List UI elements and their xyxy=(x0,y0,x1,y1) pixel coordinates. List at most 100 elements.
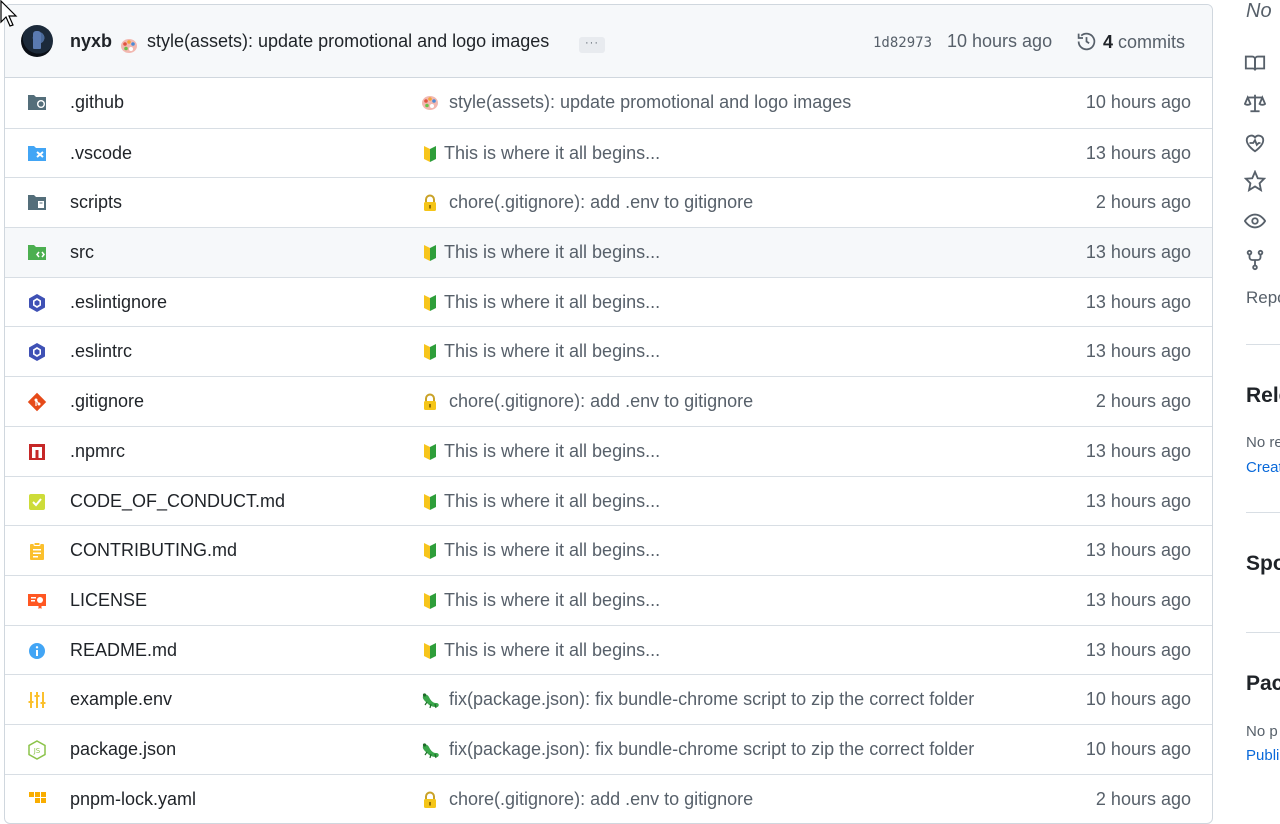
sidebar-divider xyxy=(1246,344,1280,345)
beginner-icon xyxy=(421,244,439,262)
file-commit-message-link[interactable]: This is where it all begins... xyxy=(444,143,660,164)
history-icon xyxy=(1076,31,1097,52)
author-avatar[interactable] xyxy=(21,25,53,57)
file-row[interactable]: .eslintrc This is where it all begins... 1… xyxy=(5,326,1212,376)
file-row[interactable]: .vscode This is where it all begins... 13 … xyxy=(5,127,1212,178)
file-row[interactable]: .eslintignore This is where it all begins… xyxy=(5,276,1212,327)
commit-author[interactable]: nyxb xyxy=(70,31,112,52)
sidebar-divider xyxy=(1246,632,1280,633)
commit-time: 10 hours ago xyxy=(947,31,1053,51)
folder-vscode-icon xyxy=(27,144,47,162)
file-commit-time: 13 hours ago xyxy=(1085,291,1191,312)
beginner-icon xyxy=(421,642,439,660)
file-commit-time: 2 hours ago xyxy=(1095,391,1191,412)
beginner-icon xyxy=(421,145,439,163)
eye-icon[interactable] xyxy=(1243,210,1267,232)
sidebar-divider xyxy=(1246,512,1280,513)
file-row[interactable]: pnpm-lock.yaml chore(.gitignore): add .en… xyxy=(5,773,1212,823)
beginner-icon xyxy=(421,592,439,610)
info-icon xyxy=(27,641,47,659)
book-icon[interactable] xyxy=(1244,52,1266,74)
create-release-link[interactable]: Creat xyxy=(1246,459,1280,476)
file-row[interactable]: .npmrc This is where it all begins... 13 h… xyxy=(5,425,1212,476)
expand-commit-button[interactable]: ··· xyxy=(579,37,605,53)
file-commit-message-link[interactable]: This is where it all begins... xyxy=(444,242,660,263)
sponsor-heading: Spo xyxy=(1246,552,1280,575)
file-name-link[interactable]: CONTRIBUTING.md xyxy=(70,540,237,561)
file-row[interactable]: src This is where it all begins... 13 hour… xyxy=(5,227,1212,277)
file-commit-message-link[interactable]: This is where it all begins... xyxy=(444,292,660,313)
file-commit-message-link[interactable]: This is where it all begins... xyxy=(444,341,660,362)
beginner-icon xyxy=(421,343,439,361)
folder-src-icon xyxy=(27,243,47,261)
file-row[interactable]: JS package.json fix(package.json): fix bun… xyxy=(5,723,1212,774)
file-name-link[interactable]: pnpm-lock.yaml xyxy=(70,789,196,810)
palette-icon xyxy=(120,37,138,55)
file-row[interactable]: LICENSE This is where it all begins... 13 … xyxy=(5,574,1212,625)
repo-file-browser: nyxb style(assets): update promotional a… xyxy=(4,4,1213,824)
file-commit-message-link[interactable]: fix(package.json): fix bundle-chrome scr… xyxy=(449,739,974,760)
file-name-link[interactable]: CODE_OF_CONDUCT.md xyxy=(70,491,285,512)
file-commit-time: 13 hours ago xyxy=(1085,589,1191,610)
file-commit-message-link[interactable]: This is where it all begins... xyxy=(444,640,660,661)
publish-package-link[interactable]: Publi xyxy=(1246,747,1279,764)
file-row[interactable]: CONTRIBUTING.md This is where it all begi… xyxy=(5,525,1212,575)
file-name-link[interactable]: .vscode xyxy=(70,143,132,164)
star-icon[interactable] xyxy=(1243,169,1267,193)
latest-commit-bar: nyxb style(assets): update promotional a… xyxy=(5,5,1212,78)
file-name-link[interactable]: .eslintrc xyxy=(70,341,132,362)
bug-icon xyxy=(421,741,439,759)
releases-empty-text: No re xyxy=(1246,434,1280,451)
file-row[interactable]: scripts chore(.gitignore): add .env to gi… xyxy=(5,177,1212,227)
file-name-link[interactable]: scripts xyxy=(70,192,122,213)
nodejs-icon: JS xyxy=(27,740,47,760)
file-name-link[interactable]: package.json xyxy=(70,739,176,760)
file-commit-message-link[interactable]: chore(.gitignore): add .env to gitignore xyxy=(449,192,753,213)
file-commit-time: 13 hours ago xyxy=(1085,540,1191,561)
commits-label: commits xyxy=(1118,32,1186,52)
file-commit-message-link[interactable]: This is where it all begins... xyxy=(444,491,660,512)
commit-history-link[interactable]: 4 commits xyxy=(1076,31,1185,53)
mouse-cursor-icon xyxy=(0,0,18,27)
about-text: No xyxy=(1246,0,1272,22)
file-commit-message-link[interactable]: This is where it all begins... xyxy=(444,540,660,561)
releases-heading[interactable]: Rele xyxy=(1246,384,1280,408)
file-commit-time: 13 hours ago xyxy=(1085,341,1191,362)
fork-icon[interactable] xyxy=(1244,249,1266,271)
scale-icon[interactable] xyxy=(1243,92,1267,114)
file-row[interactable]: CODE_OF_CONDUCT.md This is where it all b… xyxy=(5,475,1212,526)
file-name-link[interactable]: README.md xyxy=(70,640,177,661)
beginner-icon xyxy=(421,294,439,312)
commit-message-link[interactable]: style(assets): update promotional and lo… xyxy=(147,31,549,52)
file-name-link[interactable]: LICENSE xyxy=(70,590,147,611)
file-commit-message-link[interactable]: chore(.gitignore): add .env to gitignore xyxy=(449,789,753,810)
file-name-link[interactable]: src xyxy=(70,242,94,263)
beginner-icon xyxy=(421,443,439,461)
commit-sha-link[interactable]: 1d82973 xyxy=(873,35,932,51)
file-name-link[interactable]: .npmrc xyxy=(70,441,125,462)
file-commit-message-link[interactable]: This is where it all begins... xyxy=(444,590,660,611)
file-commit-message-link[interactable]: This is where it all begins... xyxy=(444,441,660,462)
file-name-link[interactable]: .gitignore xyxy=(70,391,144,412)
file-commit-message-link[interactable]: chore(.gitignore): add .env to gitignore xyxy=(449,391,753,412)
file-name-link[interactable]: example.env xyxy=(70,689,172,710)
file-commit-time: 2 hours ago xyxy=(1095,788,1191,809)
packages-heading[interactable]: Pac xyxy=(1246,672,1280,696)
file-name-link[interactable]: .github xyxy=(70,92,124,113)
eslint-icon xyxy=(27,342,47,362)
file-list: .github style(assets): update promotional… xyxy=(5,78,1212,823)
file-commit-message-link[interactable]: style(assets): update promotional and lo… xyxy=(449,92,851,113)
file-commit-time: 10 hours ago xyxy=(1085,738,1191,759)
license-icon xyxy=(27,591,47,609)
file-name-link[interactable]: .eslintignore xyxy=(70,292,167,313)
file-row[interactable]: .github style(assets): update promotional… xyxy=(5,78,1212,128)
file-row[interactable]: .gitignore chore(.gitignore): add .env to… xyxy=(5,376,1212,426)
svg-text:JS: JS xyxy=(33,747,41,755)
folder-scripts-icon xyxy=(27,193,47,211)
heart-pulse-icon[interactable] xyxy=(1244,132,1266,154)
file-row[interactable]: example.env fix(package.json): fix bundle… xyxy=(5,674,1212,724)
file-commit-message-link[interactable]: fix(package.json): fix bundle-chrome scr… xyxy=(449,689,974,710)
beginner-icon xyxy=(421,542,439,560)
file-row[interactable]: README.md This is where it all begins... 1… xyxy=(5,624,1212,675)
report-repo-link[interactable]: Repo xyxy=(1246,288,1280,308)
